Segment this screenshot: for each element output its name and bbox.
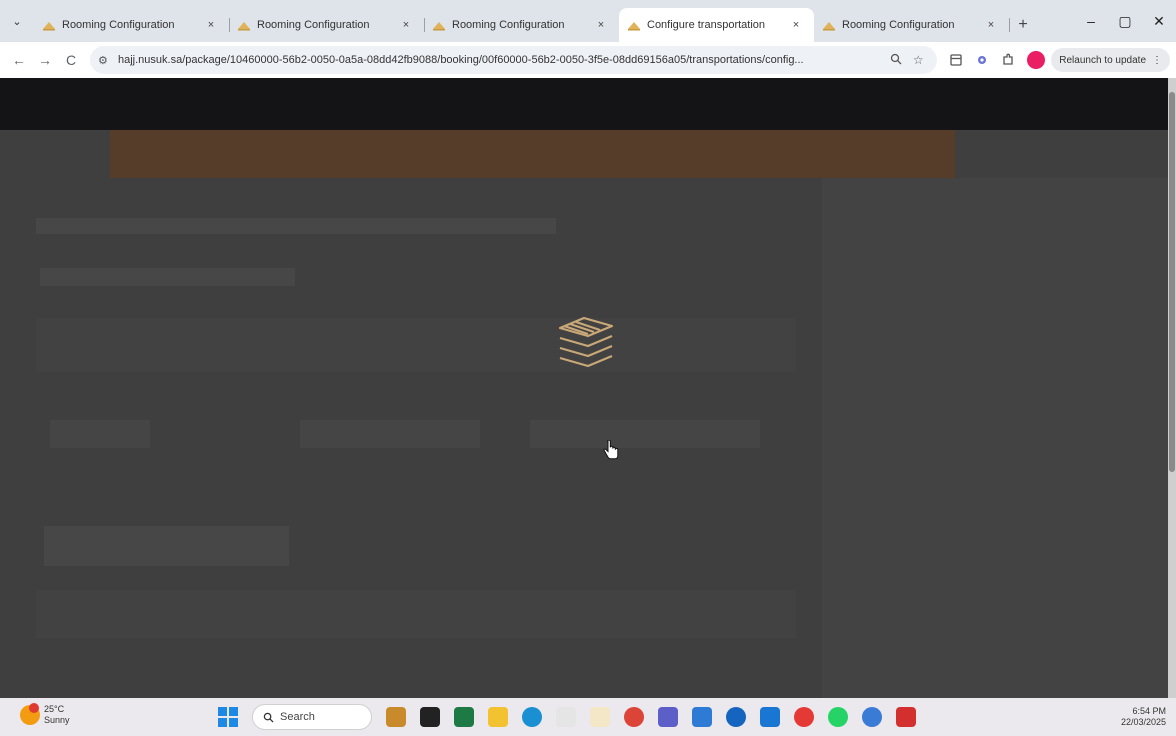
chrome-browser-icon[interactable]: [624, 707, 644, 727]
page-content-dimmed: [0, 78, 1168, 698]
search-icon: [263, 712, 274, 723]
taskbar-search[interactable]: Search: [252, 704, 372, 730]
tab-title: Rooming Configuration: [842, 19, 955, 31]
system-clock[interactable]: 6:54 PM 22/03/2025: [1121, 706, 1166, 728]
weather-temp: 25°C: [44, 704, 65, 714]
tab[interactable]: Rooming Configuration ×: [229, 8, 425, 42]
tab-close-button[interactable]: ×: [983, 19, 999, 31]
favicon-icon: [628, 22, 640, 31]
back-button[interactable]: ←: [6, 47, 32, 73]
window-controls: – ▢ ✕: [1074, 0, 1176, 42]
excel-app-icon[interactable]: [454, 707, 474, 727]
option-placeholder-1: [50, 420, 150, 448]
summary-sidebar: [822, 178, 1168, 698]
clock-date: 22/03/2025: [1120, 717, 1166, 727]
tab-title: Rooming Configuration: [257, 19, 370, 31]
edge-browser-icon[interactable]: [522, 707, 542, 727]
store-app-icon[interactable]: [386, 707, 406, 727]
screen: ⌄ Rooming Configuration × Rooming Configur…: [0, 0, 1176, 736]
tab-active[interactable]: Configure transportation ×: [619, 8, 814, 42]
page-scrollbar[interactable]: [1168, 78, 1176, 698]
pdf-reader-icon[interactable]: [896, 707, 916, 727]
outlook-app-icon[interactable]: [692, 707, 712, 727]
snipping-tool-icon[interactable]: [556, 707, 576, 727]
new-tab-button[interactable]: +: [1009, 8, 1037, 42]
sun-icon: [20, 703, 40, 725]
tab-close-button[interactable]: ×: [593, 19, 609, 31]
tab-list: Rooming Configuration × Rooming Configurat…: [34, 8, 1010, 42]
tab-strip: ⌄ Rooming Configuration × Rooming Configur…: [0, 0, 1176, 42]
tab-title: Rooming Configuration: [452, 19, 565, 31]
tab-close-button[interactable]: ×: [788, 19, 804, 31]
zoom-app-icon[interactable]: [726, 707, 746, 727]
tab-close-button[interactable]: ×: [203, 19, 219, 31]
taskbar-apps: Search: [218, 698, 916, 736]
action-placeholder: [44, 526, 289, 566]
tab[interactable]: Rooming Configuration ×: [424, 8, 620, 42]
tab[interactable]: Rooming Configuration ×: [34, 8, 230, 42]
url-text[interactable]: hajj.nusuk.sa/package/10460000-56b2-0050…: [118, 54, 885, 66]
close-window-button[interactable]: ✕: [1142, 0, 1176, 42]
browser-toolbar: ← → C ⚙ hajj.nusuk.sa/package/10460000-5…: [0, 42, 1176, 78]
weather-widget[interactable]: 25°C Sunny: [20, 703, 70, 726]
relaunch-label: Relaunch to update: [1059, 54, 1146, 66]
booking-steps-banner: [110, 130, 955, 178]
tab-close-button[interactable]: ×: [398, 19, 414, 31]
favicon-icon: [433, 22, 445, 31]
more-menu-icon[interactable]: ⋮: [1152, 55, 1162, 66]
windows-taskbar: 25°C Sunny Search 6:54 PM 22/03/2025: [0, 698, 1176, 736]
clock-time: 6:54 PM: [1132, 706, 1166, 716]
mail-app-icon[interactable]: [760, 707, 780, 727]
extension-icon[interactable]: [969, 47, 995, 73]
site-info-icon[interactable]: ⚙: [98, 54, 114, 67]
favicon-icon: [43, 22, 55, 31]
forward-button[interactable]: →: [32, 47, 58, 73]
minimize-button[interactable]: –: [1074, 0, 1108, 42]
breadcrumb-placeholder: [36, 218, 556, 234]
terminal-app-icon[interactable]: [420, 707, 440, 727]
teams-app-icon[interactable]: [658, 707, 678, 727]
bookmark-star-icon[interactable]: ☆: [907, 53, 929, 67]
site-header: [0, 78, 1168, 130]
option-placeholder-2: [300, 420, 480, 448]
app-icon-w[interactable]: [590, 707, 610, 727]
profile-avatar[interactable]: [1027, 51, 1046, 69]
stacked-layers-icon: [558, 316, 614, 368]
whatsapp-app-icon[interactable]: [828, 707, 848, 727]
file-explorer-icon[interactable]: [488, 707, 508, 727]
form-section: [36, 318, 796, 372]
taskbar-search-label: Search: [280, 711, 315, 723]
zoom-icon[interactable]: [885, 53, 907, 68]
relaunch-to-update-button[interactable]: Relaunch to update ⋮: [1051, 48, 1170, 72]
option-placeholder-3: [530, 420, 760, 448]
tab-title: Configure transportation: [647, 19, 766, 31]
title-placeholder: [40, 268, 295, 286]
tab-title: Rooming Configuration: [62, 19, 175, 31]
weather-desc: Sunny: [44, 715, 70, 725]
extensions-puzzle-icon[interactable]: [995, 47, 1021, 73]
favicon-icon: [823, 22, 835, 31]
scrollbar-thumb[interactable]: [1169, 92, 1175, 472]
start-button[interactable]: [218, 707, 238, 727]
tab[interactable]: Rooming Configuration ×: [814, 8, 1010, 42]
telegram-app-icon[interactable]: [862, 707, 882, 727]
favicon-icon: [238, 22, 250, 31]
reload-button[interactable]: C: [58, 47, 84, 73]
address-bar[interactable]: ⚙ hajj.nusuk.sa/package/10460000-56b2-00…: [90, 46, 938, 74]
reading-list-icon[interactable]: [943, 47, 969, 73]
maximize-button[interactable]: ▢: [1108, 0, 1142, 42]
form-section-2: [36, 590, 796, 638]
media-app-icon[interactable]: [794, 707, 814, 727]
hand-cursor-icon: [603, 440, 619, 460]
tab-search-button[interactable]: ⌄: [0, 0, 34, 42]
tab-separator: [1009, 18, 1010, 32]
